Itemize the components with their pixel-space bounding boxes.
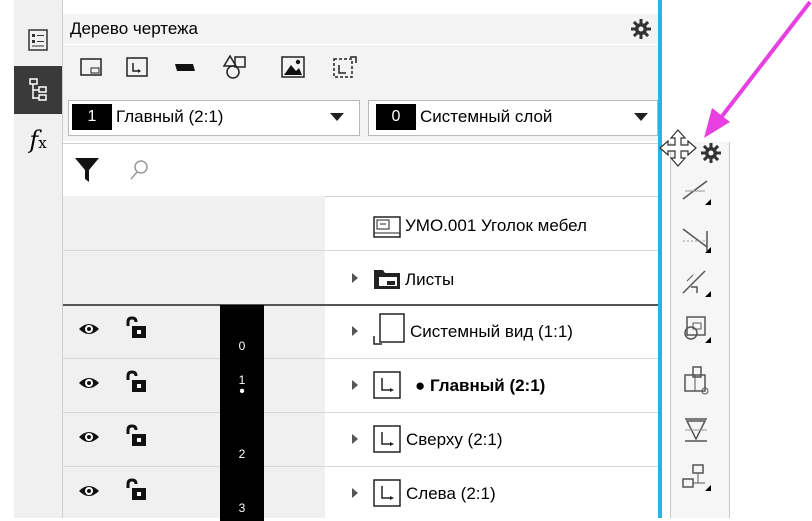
gear-icon[interactable] bbox=[700, 142, 722, 164]
layer-icon bbox=[175, 64, 195, 71]
insert-view-icon bbox=[333, 56, 357, 78]
view-label[interactable]: Сверху (2:1) bbox=[406, 430, 503, 450]
local-view-tool-button[interactable] bbox=[676, 360, 716, 400]
lock-icon[interactable] bbox=[124, 370, 148, 396]
group-button[interactable] bbox=[220, 52, 250, 82]
chevron-down-icon bbox=[330, 113, 344, 121]
view-label[interactable]: Слева (2:1) bbox=[406, 484, 496, 504]
dimension-tool-button[interactable] bbox=[676, 218, 716, 258]
expand-arrow-icon[interactable] bbox=[352, 326, 358, 336]
view-number-badge: 0 bbox=[220, 305, 264, 359]
layer-select-label: Системный слой bbox=[420, 107, 553, 126]
image-icon bbox=[281, 56, 305, 78]
chevron-down-icon bbox=[634, 113, 648, 121]
sheet-button[interactable] bbox=[76, 52, 106, 82]
lock-icon[interactable] bbox=[124, 424, 148, 450]
search-icon bbox=[128, 158, 150, 182]
view-icon bbox=[372, 478, 402, 508]
expand-arrow-icon[interactable] bbox=[352, 434, 358, 444]
pointer-arrow bbox=[690, 0, 812, 140]
parallel-icon bbox=[682, 270, 711, 297]
tree-root-label[interactable]: УМО.001 Уголок мебел bbox=[405, 216, 657, 236]
panel-settings-icon[interactable] bbox=[630, 18, 652, 40]
tree-tab[interactable] bbox=[14, 66, 62, 114]
shapes-icon bbox=[222, 54, 246, 79]
expand-arrow-icon[interactable] bbox=[352, 273, 358, 283]
parallel-tool-button[interactable] bbox=[676, 264, 716, 304]
sheet-icon bbox=[80, 58, 102, 76]
dimension-icon bbox=[682, 228, 711, 253]
projection-icon bbox=[682, 464, 711, 491]
view-number-badge: 3 bbox=[220, 467, 264, 521]
view-number-badge: 2 bbox=[220, 413, 264, 467]
view-select-label: Главный (2:1) bbox=[116, 107, 224, 126]
row-divider bbox=[63, 358, 659, 359]
view-number-badge: 1 • bbox=[220, 359, 264, 413]
fx-icon: fx bbox=[29, 126, 47, 154]
local-view-icon bbox=[684, 366, 709, 395]
row-divider bbox=[63, 304, 659, 306]
layer-number: 0 bbox=[376, 104, 416, 130]
expand-arrow-icon[interactable] bbox=[352, 488, 358, 498]
variables-tab[interactable]: fx bbox=[14, 118, 62, 162]
left-tab-strip: fx bbox=[14, 0, 63, 518]
folder-icon bbox=[372, 266, 402, 292]
eye-icon[interactable] bbox=[78, 318, 100, 340]
view-insert-icon bbox=[684, 316, 711, 343]
document-icon bbox=[372, 214, 402, 240]
sheets-label[interactable]: Листы bbox=[405, 270, 454, 290]
view-number: 1 bbox=[72, 104, 112, 130]
view-insert-tool-button[interactable] bbox=[676, 310, 716, 350]
lock-icon[interactable] bbox=[124, 478, 148, 504]
section-tool-button[interactable] bbox=[676, 410, 716, 450]
tree-columns-area bbox=[63, 196, 325, 518]
panel-splitter[interactable] bbox=[658, 0, 662, 518]
filter-icon[interactable] bbox=[74, 156, 100, 184]
tree-toolbar bbox=[63, 45, 659, 89]
properties-tab[interactable] bbox=[14, 22, 62, 58]
insert-view-button[interactable] bbox=[330, 52, 360, 82]
line-icon bbox=[682, 180, 711, 205]
view-label[interactable]: Системный вид (1:1) bbox=[410, 322, 573, 342]
expand-arrow-icon[interactable] bbox=[352, 380, 358, 390]
system-view-icon bbox=[370, 312, 406, 348]
row-divider bbox=[63, 466, 659, 467]
line-tool-button[interactable] bbox=[676, 172, 716, 212]
properties-icon bbox=[28, 29, 48, 51]
lock-icon[interactable] bbox=[124, 316, 148, 342]
row-divider bbox=[63, 412, 659, 413]
layer-button[interactable] bbox=[170, 52, 200, 82]
tree-icon bbox=[29, 78, 47, 101]
projection-tool-button[interactable] bbox=[676, 458, 716, 498]
row-divider bbox=[63, 250, 659, 251]
section-icon bbox=[685, 418, 707, 442]
eye-icon[interactable] bbox=[78, 426, 100, 448]
view-icon bbox=[372, 370, 402, 400]
eye-icon[interactable] bbox=[78, 480, 100, 502]
eye-icon[interactable] bbox=[78, 372, 100, 394]
view-label[interactable]: ● Главный (2:1) bbox=[415, 376, 545, 396]
panel-title: Дерево чертежа bbox=[70, 19, 198, 38]
search-input[interactable] bbox=[156, 152, 650, 188]
image-button[interactable] bbox=[278, 52, 308, 82]
view-icon bbox=[126, 57, 148, 77]
view-icon bbox=[372, 424, 402, 454]
view-button[interactable] bbox=[122, 52, 152, 82]
